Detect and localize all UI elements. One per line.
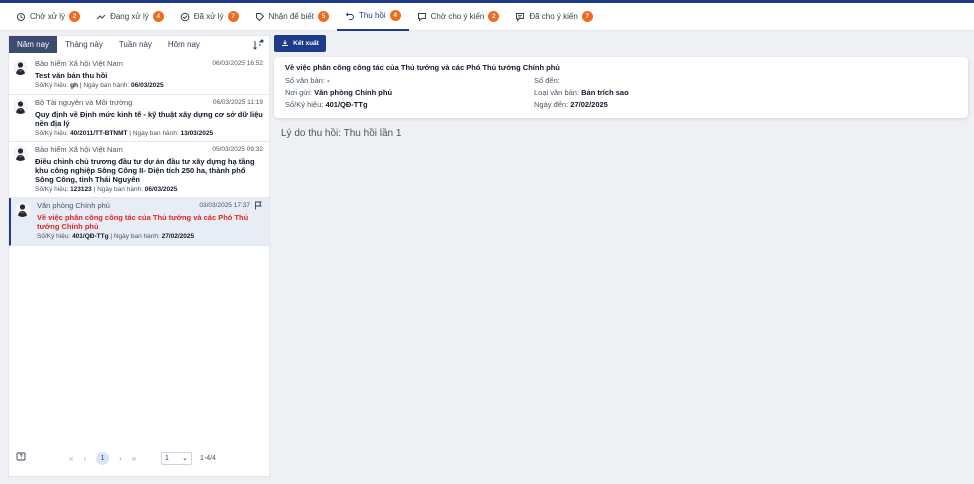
avatar	[13, 146, 28, 161]
count-badge: 4	[152, 11, 164, 22]
count-badge: 7	[227, 11, 239, 22]
tab-label: Đang xử lý	[110, 12, 149, 21]
page-select[interactable]: 1 ⌄	[161, 451, 192, 465]
export-label: Kết xuất	[293, 40, 319, 47]
sort-icon[interactable]	[252, 39, 264, 51]
document-title: Về việc phân công công tác của Thủ tướng…	[37, 213, 249, 231]
chevron-down-icon: ⌄	[182, 455, 188, 462]
count-badge: 7	[581, 11, 593, 22]
document-meta: Số/Ký hiệu: 123123 | Ngày ban hành: 06/0…	[35, 186, 178, 193]
sender-name: Bảo hiểm Xã hội Việt Nam	[35, 145, 123, 154]
count-badge: 4	[389, 10, 401, 21]
count-badge: 5	[317, 11, 329, 22]
document-title: Điều chỉnh chủ trương đầu tư dự án đầu t…	[35, 157, 255, 184]
comment-lines-icon	[515, 12, 525, 22]
sender-name: Bảo hiểm Xã hội Việt Nam	[35, 59, 123, 68]
avatar	[15, 202, 30, 217]
list-item[interactable]: Bộ Tài nguyên và Môi trường 06/03/2025 11…	[9, 95, 269, 142]
tab-da-xu-ly[interactable]: Đã xử lý 7	[172, 3, 247, 31]
pagination: « ‹ 1 › » 1 ⌄ 1-4/4	[9, 450, 269, 466]
recall-reason: Lý do thu hồi: Thu hồi lần 1	[281, 128, 402, 139]
next-page-button[interactable]: ›	[119, 454, 122, 463]
first-page-button[interactable]: «	[69, 454, 73, 463]
last-page-button[interactable]: »	[132, 454, 136, 463]
prev-page-button[interactable]: ‹	[83, 454, 86, 463]
page-range: 1-4/4	[200, 454, 216, 462]
undo-icon	[345, 11, 355, 21]
tab-label: Chờ xử lý	[30, 12, 66, 21]
document-title: Test văn bản thu hồi	[35, 71, 108, 80]
received-time: 06/03/2025 16:52	[212, 60, 263, 67]
tab-label: Thu hồi	[358, 11, 386, 20]
current-page[interactable]: 1	[96, 451, 110, 465]
tab-cho-cho-y-kien[interactable]: Chờ cho ý kiến 2	[409, 3, 508, 31]
received-time: 03/03/2025 17:37	[199, 202, 250, 209]
list-item-selected[interactable]: Văn phòng Chính phủ 03/03/2025 17:37 Về v…	[9, 198, 269, 246]
document-list-panel: Năm nay Tháng này Tuần này Hôm nay Bảo h…	[8, 35, 270, 477]
check-circle-icon	[180, 12, 190, 22]
ngay-den: Ngày đến: 27/02/2025	[534, 100, 608, 109]
sender-name: Bộ Tài nguyên và Môi trường	[35, 98, 133, 107]
sender-name: Văn phòng Chính phủ	[37, 201, 110, 210]
loai-van-ban: Loại văn bản: Bản trích sao	[534, 88, 629, 97]
document-meta: Số/Ký hiệu: gh | Ngày ban hành: 06/03/20…	[35, 82, 164, 89]
filter-thang-nay[interactable]: Tháng này	[57, 36, 111, 53]
pending-icon	[16, 12, 26, 22]
tab-thu-hoi[interactable]: Thu hồi 4	[336, 3, 409, 31]
page-nav: « ‹ 1 › »	[69, 451, 136, 465]
comment-icon	[417, 12, 427, 22]
received-time: 05/03/2025 09:32	[212, 146, 263, 153]
tab-cho-xu-ly[interactable]: Chờ xử lý 2	[8, 3, 88, 31]
received-time: 06/03/2025 11:19	[212, 99, 263, 106]
list-item[interactable]: Bảo hiểm Xã hội Việt Nam 06/03/2025 16:52…	[9, 56, 269, 95]
tab-label: Đã cho ý kiến	[529, 12, 578, 21]
export-button[interactable]: Kết xuất	[274, 35, 326, 52]
document-meta: Số/Ký hiệu: 401/QĐ-TTg | Ngày ban hành: …	[37, 233, 195, 240]
document-list: Bảo hiểm Xã hội Việt Nam 06/03/2025 16:52…	[9, 56, 269, 246]
filter-nam-nay[interactable]: Năm nay	[9, 36, 58, 53]
status-tabs: Chờ xử lý 2 Đang xử lý 4 Đã xử lý 7 Nhận…	[0, 3, 974, 31]
count-badge: 2	[488, 11, 500, 22]
document-meta: Số/Ký hiệu: 40/2011/TT-BTNMT | Ngày ban …	[35, 130, 214, 137]
tag-icon	[255, 12, 265, 22]
so-van-ban: Số văn bản: -	[285, 76, 330, 85]
document-detail-card: Về việc phân công công tác của Thủ tướng…	[274, 57, 968, 118]
tab-nhan-de-biet[interactable]: Nhận để biết 5	[247, 3, 337, 31]
tab-dang-xu-ly[interactable]: Đang xử lý 4	[88, 3, 172, 31]
so-den: Số đến:	[534, 76, 560, 85]
filter-tuan-nay[interactable]: Tuần này	[111, 36, 160, 53]
document-title: Quy định về Định mức kinh tế - kỹ thuật …	[35, 110, 263, 128]
detail-title: Về việc phân công công tác của Thủ tướng…	[285, 63, 560, 72]
tab-label: Đã xử lý	[193, 12, 224, 21]
tab-da-cho-y-kien[interactable]: Đã cho ý kiến 7	[507, 3, 600, 31]
flag-icon[interactable]	[254, 201, 263, 210]
noi-gui: Nơi gửi: Văn phòng Chính phủ	[285, 88, 393, 97]
tab-label: Nhận để biết	[268, 12, 314, 21]
list-item[interactable]: Bảo hiểm Xã hội Việt Nam 05/03/2025 09:32…	[9, 142, 269, 198]
avatar	[13, 99, 28, 114]
time-filter-bar: Năm nay Tháng này Tuần này Hôm nay	[9, 36, 269, 53]
trend-icon	[96, 12, 106, 22]
filter-hom-nay[interactable]: Hôm nay	[160, 36, 208, 53]
count-badge: 2	[69, 11, 81, 22]
so-ky-hieu: Số/Ký hiệu: 401/QĐ-TTg	[285, 100, 368, 109]
avatar	[13, 60, 28, 75]
export-icon	[281, 39, 289, 49]
tab-label: Chờ cho ý kiến	[430, 12, 485, 21]
help-icon[interactable]	[16, 452, 26, 462]
